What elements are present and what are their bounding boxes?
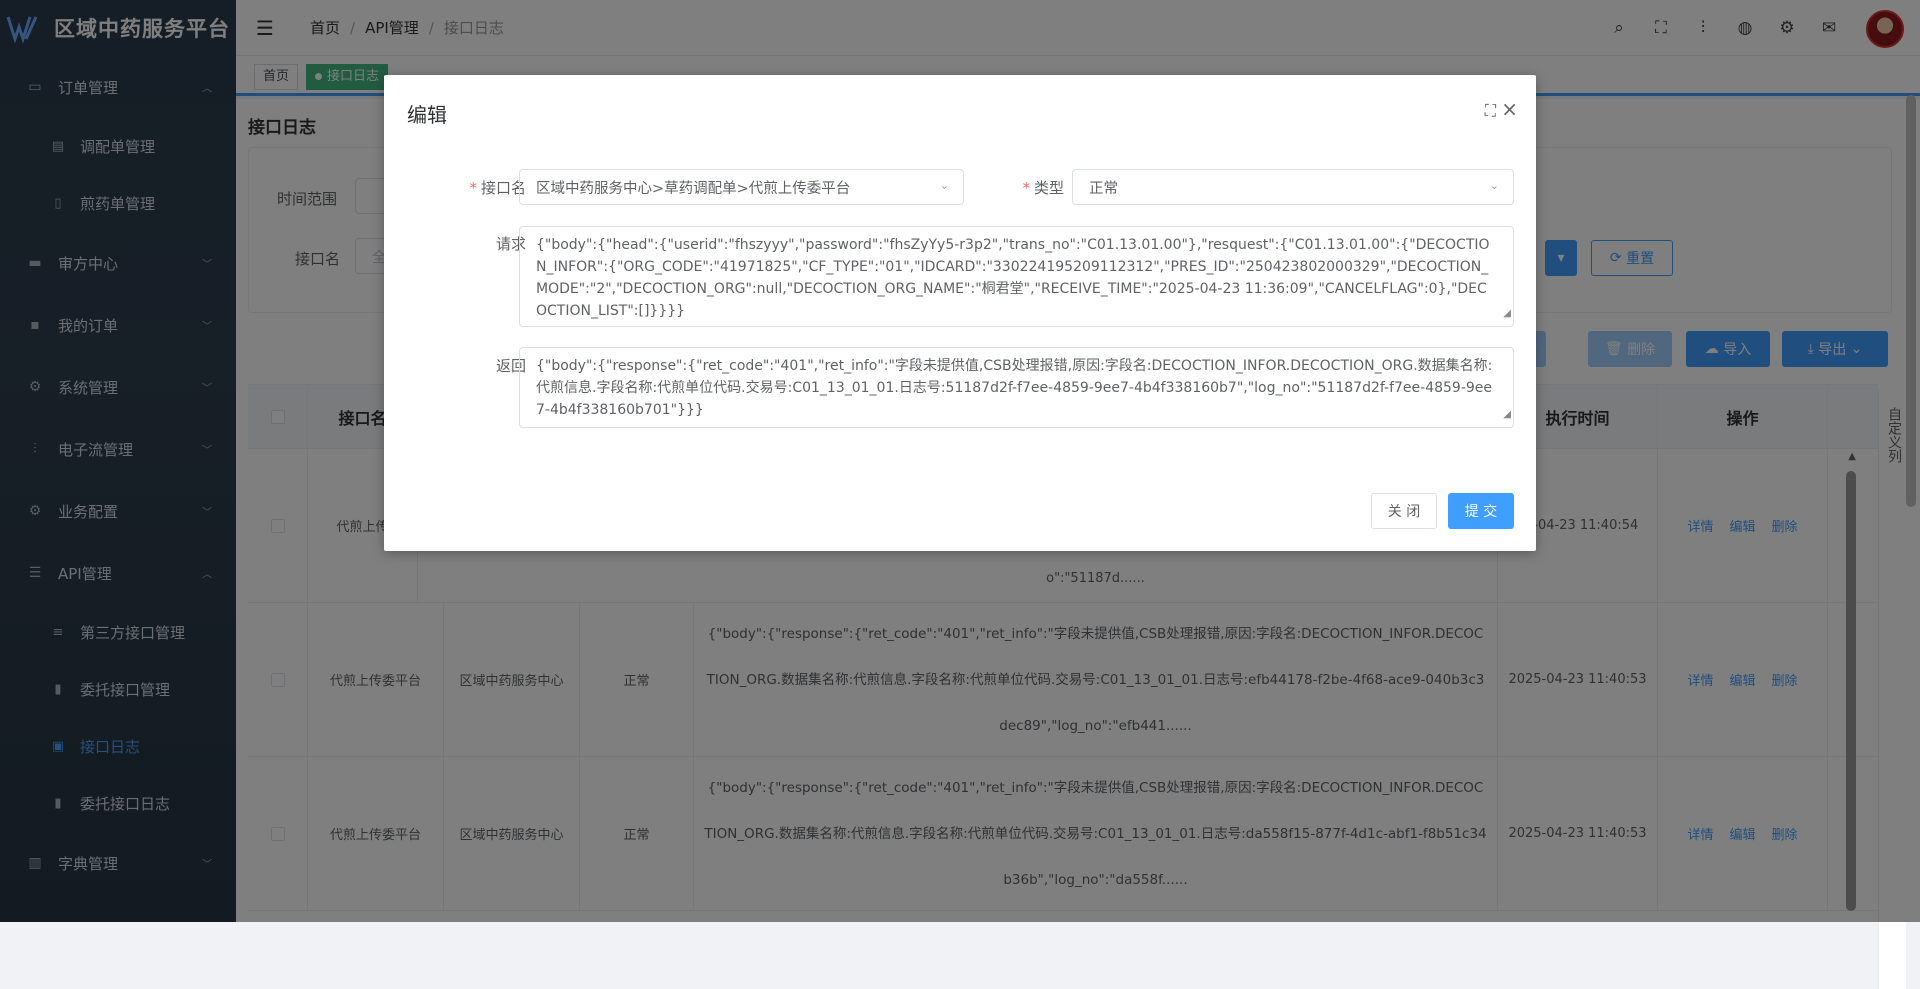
dialog-title: 编辑 xyxy=(407,103,447,127)
type-field-label-text: 类型 xyxy=(1033,179,1064,197)
interface-name-select[interactable]: 区域中药服务中心>草药调配单>代煎上传委平台 ⌄ xyxy=(519,169,964,205)
resize-handle-icon[interactable]: ◢ xyxy=(1503,404,1511,426)
response-field-label: 返回 xyxy=(495,357,526,375)
response-textarea[interactable]: {"body":{"response":{"ret_code":"401","r… xyxy=(519,347,1514,428)
interface-name-value: 区域中药服务中心>草药调配单>代煎上传委平台 xyxy=(536,180,851,197)
close-icon[interactable]: × xyxy=(1501,97,1518,121)
request-field-label: 请求 xyxy=(495,235,526,253)
chevron-down-icon: ⌄ xyxy=(939,179,949,192)
resize-handle-icon[interactable]: ◢ xyxy=(1503,303,1511,325)
required-mark: * xyxy=(1022,179,1030,197)
type-field-label: * 类型 xyxy=(1004,177,1064,198)
chevron-down-icon: ⌄ xyxy=(1489,179,1499,192)
close-button-label: 关 闭 xyxy=(1387,504,1421,520)
type-value: 正常 xyxy=(1089,180,1118,197)
submit-button[interactable]: 提 交 xyxy=(1448,493,1514,529)
name-field-label: * 接口名 xyxy=(444,177,526,198)
fullscreen-icon[interactable]: ⛶ xyxy=(1485,101,1496,121)
close-button[interactable]: 关 闭 xyxy=(1371,493,1437,529)
required-mark: * xyxy=(469,179,477,197)
request-value: {"body":{"head":{"userid":"fhszyyy","pas… xyxy=(536,237,1490,319)
edit-dialog: 编辑 ⛶ × * 接口名 区域中药服务中心>草药调配单>代煎上传委平台 ⌄ * 类型… xyxy=(384,75,1536,551)
submit-button-label: 提 交 xyxy=(1464,504,1498,520)
type-select[interactable]: 正常 ⌄ xyxy=(1072,169,1514,205)
response-value: {"body":{"response":{"ret_code":"401","r… xyxy=(536,358,1493,418)
request-textarea[interactable]: {"body":{"head":{"userid":"fhszyyy","pas… xyxy=(519,226,1514,327)
